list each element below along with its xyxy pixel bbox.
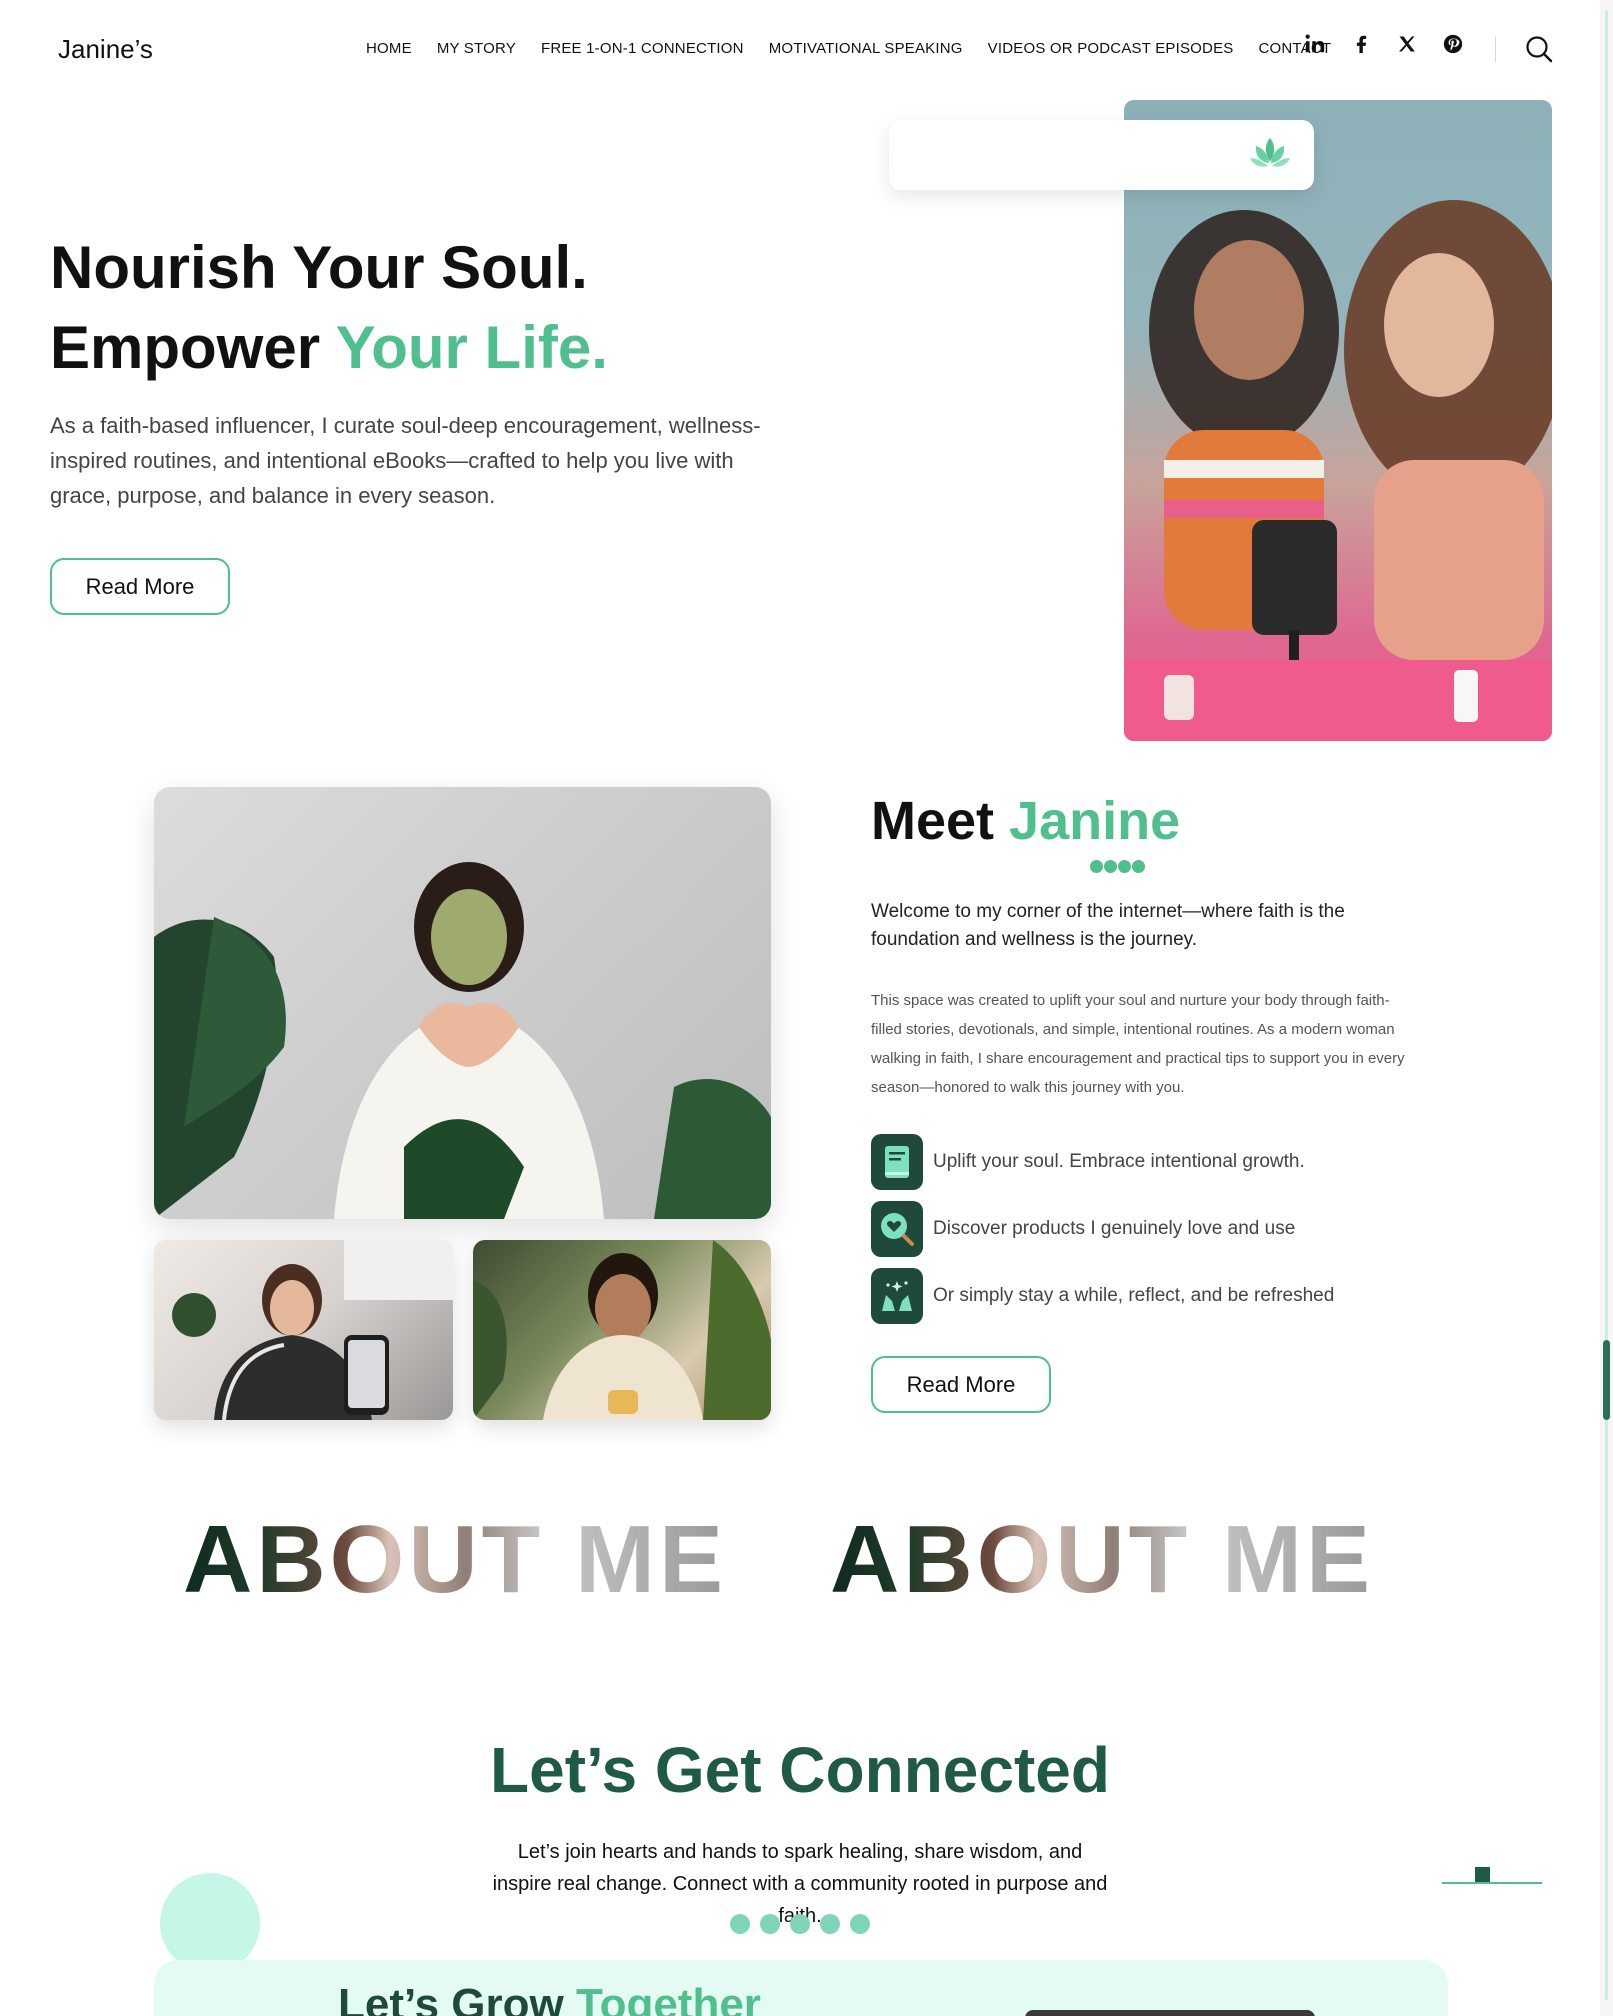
nav-my-story[interactable]: MY STORY bbox=[437, 40, 516, 57]
nav-free-connection[interactable]: FREE 1-ON-1 CONNECTION bbox=[541, 40, 744, 57]
feature-item-uplift: Uplift your soul. Embrace intentional gr… bbox=[871, 1134, 1305, 1190]
grow-title-plain: Let’s Grow bbox=[338, 1980, 576, 2016]
feature-item-reflect: Or simply stay a while, reflect, and be … bbox=[871, 1268, 1334, 1324]
main-nav: HOME MY STORY FREE 1-ON-1 CONNECTION MOT… bbox=[366, 40, 1331, 57]
heart-search-icon bbox=[871, 1201, 923, 1257]
floating-card bbox=[889, 120, 1314, 190]
hero-read-more-button[interactable]: Read More bbox=[50, 558, 230, 615]
social-links bbox=[1303, 32, 1465, 56]
decorative-line bbox=[1442, 1882, 1542, 1884]
nav-home[interactable]: HOME bbox=[366, 40, 412, 57]
nav-motivational-speaking[interactable]: MOTIVATIONAL SPEAKING bbox=[769, 40, 963, 57]
page-scrollbar[interactable] bbox=[1600, 0, 1613, 2016]
linkedin-icon[interactable] bbox=[1303, 32, 1327, 56]
search-icon[interactable] bbox=[1524, 34, 1554, 64]
feature-text: Discover products I genuinely love and u… bbox=[933, 1218, 1296, 1239]
meet-read-more-button[interactable]: Read More bbox=[871, 1356, 1051, 1413]
about-me-marquee-text: ABOUT ME bbox=[830, 1506, 1374, 1613]
decorative-square bbox=[1475, 1867, 1490, 1882]
hero-line-2-accent: Your Life. bbox=[335, 314, 608, 381]
connect-dots-decoration bbox=[730, 1914, 870, 1934]
about-me-marquee-text: ABOUT ME bbox=[183, 1506, 727, 1613]
grow-title-accent: Together bbox=[575, 1980, 761, 2016]
decorative-circle bbox=[160, 1873, 260, 1973]
x-icon[interactable] bbox=[1395, 32, 1419, 56]
facebook-icon[interactable] bbox=[1349, 32, 1373, 56]
grow-title: Let’s Grow Together bbox=[338, 1980, 761, 2016]
hero-line-1: Nourish Your Soul. bbox=[50, 234, 588, 301]
site-logo[interactable]: Janine’s bbox=[58, 34, 153, 65]
nav-videos-podcast[interactable]: VIDEOS OR PODCAST EPISODES bbox=[988, 40, 1234, 57]
meet-title: Meet Janine bbox=[871, 790, 1180, 852]
hands-sparkle-icon bbox=[871, 1268, 923, 1324]
book-icon bbox=[871, 1134, 923, 1190]
feature-text: Uplift your soul. Embrace intentional gr… bbox=[933, 1151, 1305, 1172]
meet-lead: Welcome to my corner of the internet—whe… bbox=[871, 901, 1345, 950]
header-divider bbox=[1495, 36, 1496, 62]
hero-title: Nourish Your Soul. Empower Your Life. bbox=[50, 228, 608, 388]
janine-main-photo bbox=[154, 787, 771, 1219]
site-header: Janine’s HOME MY STORY FREE 1-ON-1 CONNE… bbox=[0, 0, 1600, 100]
lotus-icon bbox=[1248, 136, 1292, 172]
scrollbar-thumb[interactable] bbox=[1603, 1340, 1610, 1420]
title-dots-decoration bbox=[1090, 860, 1145, 873]
meet-body: This space was created to uplift your so… bbox=[871, 992, 1405, 1096]
feature-text: Or simply stay a while, reflect, and be … bbox=[933, 1285, 1335, 1306]
pinterest-icon[interactable] bbox=[1441, 32, 1465, 56]
feature-item-discover: Discover products I genuinely love and u… bbox=[871, 1201, 1295, 1257]
phone-selfie-photo bbox=[154, 1240, 453, 1420]
grow-photo bbox=[1025, 2010, 1315, 2016]
scrollbar-track bbox=[1605, 10, 1608, 2000]
meet-title-plain: Meet bbox=[871, 791, 1010, 851]
hero-description: As a faith-based influencer, I curate so… bbox=[50, 413, 761, 508]
skincare-woman-photo bbox=[473, 1240, 771, 1420]
hero-photo bbox=[1124, 100, 1552, 741]
connect-title: Let’s Get Connected bbox=[490, 1734, 1110, 1806]
hero-line-2-plain: Empower bbox=[50, 314, 336, 381]
meet-title-accent: Janine bbox=[1009, 791, 1181, 851]
